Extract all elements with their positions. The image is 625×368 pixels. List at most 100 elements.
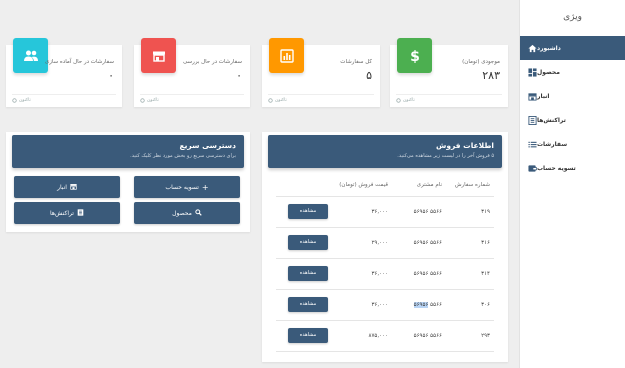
customer-name: ۵۵۶۶ ۵۶۹۵۶ <box>392 227 446 259</box>
stat-value: ۵ <box>366 69 372 82</box>
customer-name: ۵۵۶۶ ۵۶۹۵۶ <box>392 320 446 352</box>
refresh-icon <box>12 98 17 103</box>
column-header: نام مشتری <box>392 174 446 197</box>
stat-footer-label: تاکنون <box>275 98 287 103</box>
sidebar-item-transactions[interactable]: تراکنش‌ها <box>520 108 625 132</box>
stat-footer-label: تاکنون <box>403 98 415 103</box>
stat-title: سفارشات در حال آماده سازی <box>44 59 114 65</box>
sale-price: ۲۹,۰۰۰ <box>332 227 392 259</box>
sales-table: شماره سفارش نام مشتری قیمت فروش (تومان) … <box>276 174 494 352</box>
sidebar-item-label: داشبورد <box>537 44 561 52</box>
table-row: ۳۰۶ ۵۵۶۶ ۵۶۹۵۶ ۳۶,۰۰۰ مشاهده <box>276 289 494 321</box>
quick-access-panel: دسترسی سریع برای دسترسی سریع رو بخش مورد… <box>6 132 250 232</box>
product-button[interactable]: محصول <box>134 202 240 224</box>
customer-name: ۵۵۶۶ ۵۶۹۵۶ <box>392 196 446 228</box>
warehouse-button[interactable]: انبار <box>14 176 120 198</box>
sale-price: ۸۷۵,۰۰۰ <box>332 320 392 352</box>
table-row: ۲۹۳ ۵۵۶۶ ۵۶۹۵۶ ۸۷۵,۰۰۰ مشاهده <box>276 320 494 352</box>
order-number: ۲۹۳ <box>446 320 494 352</box>
sidebar-item-label: تراکنش‌ها <box>537 116 566 124</box>
panel-subtitle: ۵ فروش آخر را در لیست زیر مشاهده می‌کنید… <box>397 153 494 159</box>
sidebar-item-label: تسویه حساب <box>537 164 576 172</box>
panel-subtitle: برای دسترسی سریع رو بخش مورد نظر کلیک کن… <box>130 153 236 159</box>
quick-access-header: دسترسی سریع برای دسترسی سریع رو بخش مورد… <box>12 135 244 168</box>
stat-card-preparing: سفارشات در حال آماده سازی ۰ تاکنون <box>6 38 122 107</box>
stat-footer: تاکنون <box>12 94 116 103</box>
svg-text:$: $ <box>410 49 420 64</box>
stat-footer-label: تاکنون <box>19 98 31 103</box>
table-row: ۳۱۶ ۵۵۶۶ ۵۶۹۵۶ ۲۹,۰۰۰ مشاهده <box>276 227 494 259</box>
grid-icon <box>528 67 537 77</box>
table-header-row: شماره سفارش نام مشتری قیمت فروش (تومان) <box>276 174 494 197</box>
home-icon <box>528 44 537 53</box>
stat-footer-label: تاکنون <box>147 98 159 103</box>
stat-value: ۲۸۳ <box>482 69 500 82</box>
table-row: ۳۱۹ ۵۵۶۶ ۵۶۹۵۶ ۳۶,۰۰۰ مشاهده <box>276 196 494 228</box>
button-label: محصول <box>172 209 192 217</box>
sidebar-item-label: محصول <box>537 68 560 76</box>
refresh-icon <box>396 98 401 103</box>
column-header <box>276 174 332 197</box>
order-number: ۳۰۶ <box>446 289 494 321</box>
stat-card-balance: $ موجودی (تومان) ۲۸۳ تاکنون <box>390 38 508 107</box>
customer-name: ۵۵۶۶ ۵۶۹۵۶ <box>392 289 446 321</box>
order-number: ۳۱۶ <box>446 227 494 259</box>
settlement-button[interactable]: + تسویه حساب <box>134 176 240 198</box>
brand-logo[interactable]: ویژی <box>520 0 625 34</box>
sidebar-item-settlement[interactable]: تسویه حساب <box>520 156 625 180</box>
sidebar-item-warehouse[interactable]: انبار <box>520 84 625 108</box>
button-label: انبار <box>57 183 67 191</box>
stat-title: کل سفارشات <box>340 59 372 65</box>
column-header: قیمت فروش (تومان) <box>332 174 392 197</box>
column-header: شماره سفارش <box>446 174 494 197</box>
customer-name-selected: ۵۶۹۵۶ <box>413 301 429 308</box>
table-row: ۳۱۴ ۵۵۶۶ ۵۶۹۵۶ ۳۶,۰۰۰ مشاهده <box>276 258 494 290</box>
sidebar-item-dashboard[interactable]: داشبورد <box>520 36 625 60</box>
dollar-icon: $ <box>397 38 432 73</box>
sidebar-item-label: انبار <box>537 92 550 100</box>
sidebar-nav: داشبورد محصول انبار تراکنش‌ها سفارشات <box>520 36 625 180</box>
stat-value: ۰ <box>236 69 242 82</box>
sidebar: ویژی داشبورد محصول انبار تراکنش‌ها <box>519 0 625 368</box>
stat-card-total-orders: کل سفارشات ۵ تاکنون <box>262 38 380 107</box>
sale-price: ۳۶,۰۰۰ <box>332 289 392 321</box>
chart-icon <box>269 38 304 73</box>
view-button[interactable]: مشاهده <box>288 297 328 312</box>
warehouse-icon <box>528 92 537 101</box>
sale-price: ۳۶,۰۰۰ <box>332 258 392 290</box>
order-number: ۳۱۴ <box>446 258 494 290</box>
view-button[interactable]: مشاهده <box>288 235 328 250</box>
sidebar-item-orders[interactable]: سفارشات <box>520 132 625 156</box>
order-number: ۳۱۹ <box>446 196 494 228</box>
sale-price: ۳۶,۰۰۰ <box>332 196 392 228</box>
people-icon <box>13 38 48 73</box>
lines-icon <box>528 140 537 149</box>
view-button[interactable]: مشاهده <box>288 204 328 219</box>
stat-value: ۰ <box>108 69 114 82</box>
sidebar-item-product[interactable]: محصول <box>520 60 625 84</box>
sales-panel: اطلاعات فروش ۵ فروش آخر را در لیست زیر م… <box>262 132 508 362</box>
wallet-icon <box>528 164 537 173</box>
stat-card-reviewing: سفارشات در حال بررسی ۰ تاکنون <box>134 38 250 107</box>
search-icon <box>195 208 202 218</box>
sidebar-item-label: سفارشات <box>537 140 568 148</box>
panel-title: دسترسی سریع <box>179 141 236 150</box>
plus-icon: + <box>201 182 209 192</box>
button-label: تسویه حساب <box>165 183 199 191</box>
view-button[interactable]: مشاهده <box>288 328 328 343</box>
sales-panel-header: اطلاعات فروش ۵ فروش آخر را در لیست زیر م… <box>268 135 502 168</box>
stat-title: سفارشات در حال بررسی <box>182 59 242 65</box>
stat-footer: تاکنون <box>140 94 244 103</box>
view-button[interactable]: مشاهده <box>288 266 328 281</box>
customer-name-part: ۵۵۶۶ <box>430 301 442 308</box>
stat-title: موجودی (تومان) <box>462 59 500 65</box>
receipt-icon <box>77 208 84 218</box>
transactions-button[interactable]: تراکنش‌ها <box>14 202 120 224</box>
button-label: تراکنش‌ها <box>50 209 74 217</box>
store-icon <box>141 38 176 73</box>
customer-name: ۵۵۶۶ ۵۶۹۵۶ <box>392 258 446 290</box>
refresh-icon <box>268 98 273 103</box>
refresh-icon <box>140 98 145 103</box>
panel-title: اطلاعات فروش <box>435 141 494 150</box>
list-icon <box>528 115 537 125</box>
